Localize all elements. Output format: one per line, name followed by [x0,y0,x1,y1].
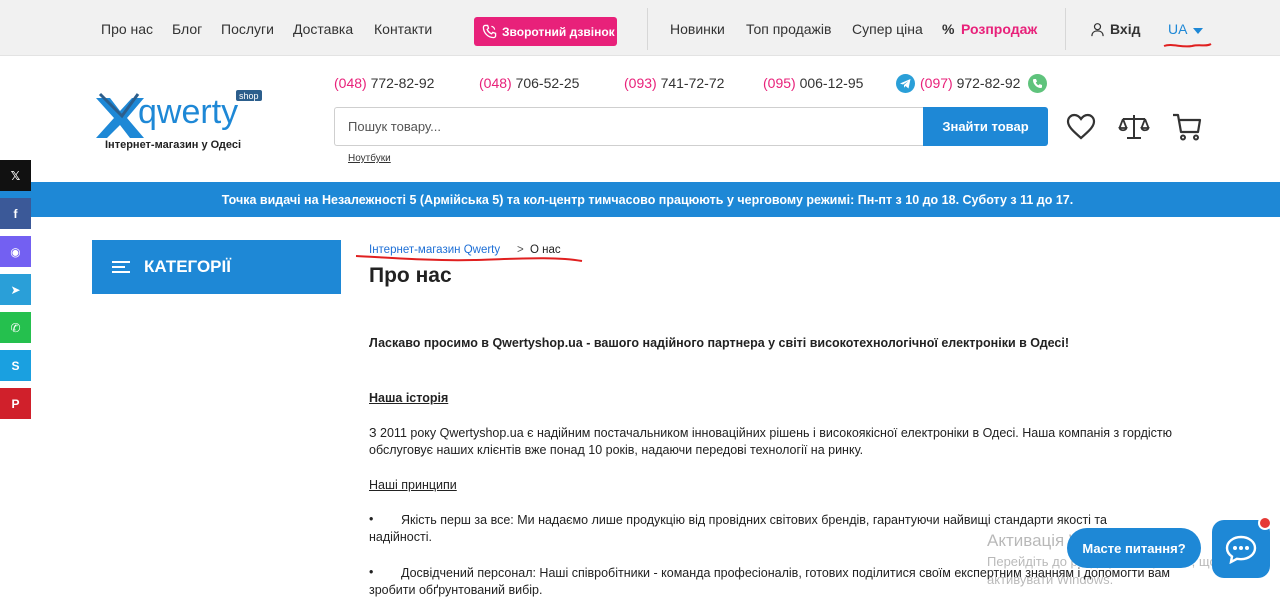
notification-dot [1258,516,1272,530]
share-pinterest-icon[interactable]: P [0,388,31,419]
logo-badge: shop [239,91,259,101]
share-skype-glyph: S [11,358,20,373]
phone-icon [482,24,497,39]
login-link[interactable]: Вхід [1090,21,1141,37]
login-label: Вхід [1110,21,1141,37]
chevron-down-icon [1193,28,1203,34]
chat-prompt-bubble[interactable]: Масте питання? [1067,528,1201,568]
phone-1[interactable]: (048) 772-82-92 [334,75,434,91]
nav-sale[interactable]: Розпродаж [961,21,1037,37]
nav-super-price[interactable]: Супер ціна [852,21,923,37]
phone-5-code: (097) [920,75,953,91]
nav-top-sales[interactable]: Топ продажів [746,21,831,37]
telegram-icon[interactable] [896,74,915,93]
share-whatsapp-icon[interactable]: ✆ [0,312,31,343]
wishlist-heart-icon[interactable] [1065,111,1097,143]
callback-label: Зворотний дзвінок [502,24,615,39]
info-banner-text: Точка видачі на Незалежності 5 (Армійськ… [221,192,1074,207]
nav-services[interactable]: Послуги [221,21,274,37]
divider [647,8,648,50]
nav-new[interactable]: Новинки [670,21,725,37]
viber-icon[interactable] [1028,74,1047,93]
chat-prompt-label: Масте питання? [1082,540,1186,556]
phone-2-code: (048) [479,75,512,91]
share-telegram-icon[interactable]: ➤ [0,274,31,305]
logo-subtitle: Інтернет-магазин у Одесі [105,139,242,151]
phone-4[interactable]: (095) 006-12-95 [763,75,863,91]
share-skype-icon[interactable]: S [0,350,31,381]
share-x-icon[interactable]: 𝕏 [0,160,31,191]
search-input[interactable] [334,107,924,146]
welcome-text: Ласкаво просимо в Qwertyshop.ua - вашого… [369,336,1069,350]
categories-menu-button[interactable]: КАТЕГОРІЇ [92,240,341,294]
sale-percent-icon: % [942,21,955,37]
categories-label: КАТЕГОРІЇ [144,257,231,276]
principles-heading: Наші принципи [369,478,457,492]
share-viber-glyph: ◉ [10,244,21,259]
search-hint-link[interactable]: Ноутбуки [348,153,391,164]
share-whatsapp-glyph: ✆ [10,320,21,335]
language-selector[interactable]: UA [1168,21,1187,37]
phone-1-number: 772-82-92 [370,75,435,91]
share-pinterest-glyph: P [11,396,20,411]
compare-scales-icon[interactable] [1118,111,1150,143]
cart-icon[interactable] [1171,111,1203,143]
divider [1065,8,1066,50]
share-facebook-glyph: f [13,206,18,221]
phone-4-code: (095) [763,75,796,91]
phone-1-code: (048) [334,75,367,91]
share-x-glyph: 𝕏 [10,168,21,183]
history-heading: Наша історія [369,391,449,405]
share-facebook-icon[interactable]: f [0,198,31,229]
phone-3-code: (093) [624,75,657,91]
nav-blog[interactable]: Блог [172,21,202,37]
chat-bubble-icon [1225,535,1257,564]
info-banner: Точка видачі на Незалежності 5 (Армійськ… [0,182,1280,217]
phone-5-number: 972-82-92 [956,75,1021,91]
logo-text: qwerty [138,93,238,131]
phone-2-number: 706-52-25 [515,75,580,91]
annotation-underline [1163,43,1212,48]
nav-delivery[interactable]: Доставка [293,21,353,37]
page-title: Про нас [369,264,452,287]
top-navigation-bar: Про нас Блог Послуги Доставка Контакти З… [0,0,1280,56]
phone-3-number: 741-72-72 [660,75,725,91]
phone-5[interactable]: (097) 972-82-92 [920,75,1020,91]
share-viber-icon[interactable]: ◉ [0,236,31,267]
share-telegram-glyph: ➤ [10,282,21,297]
windows-activation-line: активувати Windows. [987,572,1114,587]
phone-2[interactable]: (048) 706-52-25 [479,75,579,91]
nav-contacts[interactable]: Контакти [374,21,432,37]
callback-button[interactable]: Зворотний дзвінок [474,17,617,46]
menu-icon [112,261,130,273]
user-icon [1091,22,1104,36]
search-button[interactable]: Знайти товар [923,107,1048,146]
history-text: З 2011 року Qwertyshop.ua є надійним пос… [369,426,1172,457]
phone-4-number: 006-12-95 [799,75,864,91]
nav-about[interactable]: Про нас [101,21,153,37]
phone-3[interactable]: (093) 741-72-72 [624,75,724,91]
